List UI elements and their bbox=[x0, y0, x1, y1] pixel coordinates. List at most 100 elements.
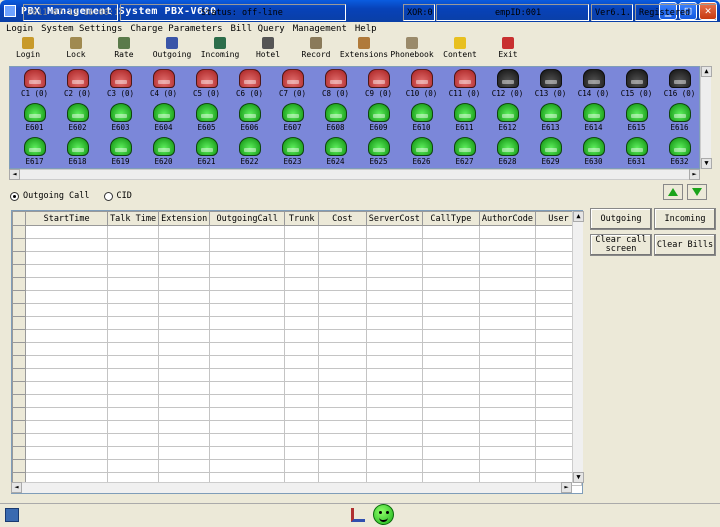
trunk-line[interactable]: C6 (0) bbox=[228, 69, 271, 103]
table-cell[interactable] bbox=[284, 355, 319, 369]
table-cell[interactable] bbox=[25, 316, 109, 330]
table-cell[interactable] bbox=[284, 420, 319, 434]
table-cell[interactable] bbox=[25, 394, 109, 408]
table-cell[interactable] bbox=[478, 238, 537, 252]
table-cell[interactable] bbox=[25, 381, 109, 395]
table-row[interactable] bbox=[12, 381, 582, 395]
table-cell[interactable] bbox=[284, 277, 319, 291]
table-row[interactable] bbox=[12, 446, 582, 460]
table-row[interactable] bbox=[12, 407, 582, 421]
table-row[interactable] bbox=[12, 277, 582, 291]
table-cell[interactable] bbox=[158, 394, 211, 408]
table-cell[interactable] bbox=[107, 290, 160, 304]
column-header[interactable]: StartTime bbox=[25, 211, 109, 226]
table-cell[interactable] bbox=[421, 355, 480, 369]
table-cell[interactable] bbox=[318, 446, 367, 460]
table-row[interactable] bbox=[12, 303, 582, 317]
extension-phone[interactable]: E619 bbox=[99, 137, 142, 168]
extension-phone[interactable]: E609 bbox=[357, 103, 400, 137]
table-cell[interactable] bbox=[318, 290, 367, 304]
table-cell[interactable] bbox=[284, 342, 319, 356]
table-cell[interactable] bbox=[365, 355, 423, 369]
scroll-down-icon[interactable]: ▼ bbox=[573, 472, 584, 483]
table-cell[interactable] bbox=[209, 355, 286, 369]
table-cell[interactable] bbox=[209, 459, 286, 473]
radio-outgoing-call[interactable]: Outgoing Call bbox=[10, 191, 90, 201]
table-cell[interactable] bbox=[421, 225, 480, 239]
table-cell[interactable] bbox=[318, 303, 367, 317]
table-cell[interactable] bbox=[365, 290, 423, 304]
extension-phone[interactable]: E610 bbox=[400, 103, 443, 137]
table-cell[interactable] bbox=[421, 446, 480, 460]
toolbar-lock-button[interactable]: Lock bbox=[52, 37, 100, 64]
extension-phone[interactable]: E605 bbox=[185, 103, 228, 137]
table-cell[interactable] bbox=[284, 433, 319, 447]
table-cell[interactable] bbox=[209, 264, 286, 278]
table-cell[interactable] bbox=[365, 342, 423, 356]
table-cell[interactable] bbox=[421, 407, 480, 421]
menu-charge-parameters[interactable]: Charge Parameters bbox=[130, 24, 222, 34]
table-cell[interactable] bbox=[421, 342, 480, 356]
table-cell[interactable] bbox=[209, 251, 286, 265]
move-down-button[interactable] bbox=[687, 184, 707, 200]
table-cell[interactable] bbox=[318, 368, 367, 382]
column-header[interactable]: Talk Time bbox=[107, 211, 160, 226]
table-cell[interactable] bbox=[158, 329, 211, 343]
table-cell[interactable] bbox=[158, 368, 211, 382]
trunk-line[interactable]: C12 (0) bbox=[486, 69, 529, 103]
table-cell[interactable] bbox=[158, 316, 211, 330]
table-cell[interactable] bbox=[421, 420, 480, 434]
trunk-line[interactable]: C10 (0) bbox=[400, 69, 443, 103]
table-cell[interactable] bbox=[284, 303, 319, 317]
table-cell[interactable] bbox=[365, 368, 423, 382]
table-cell[interactable] bbox=[365, 407, 423, 421]
scroll-down-icon[interactable]: ▼ bbox=[701, 158, 712, 169]
table-cell[interactable] bbox=[421, 264, 480, 278]
extension-phone[interactable]: E625 bbox=[357, 137, 400, 168]
row-header[interactable] bbox=[12, 264, 27, 278]
table-cell[interactable] bbox=[25, 290, 109, 304]
toolbar-rate-button[interactable]: Rate bbox=[100, 37, 148, 64]
table-cell[interactable] bbox=[365, 303, 423, 317]
table-cell[interactable] bbox=[365, 238, 423, 252]
table-cell[interactable] bbox=[107, 342, 160, 356]
radio-cid[interactable]: CID bbox=[103, 191, 132, 201]
table-cell[interactable] bbox=[421, 433, 480, 447]
row-header[interactable] bbox=[12, 225, 27, 239]
table-cell[interactable] bbox=[107, 368, 160, 382]
trunk-line[interactable]: C7 (0) bbox=[271, 69, 314, 103]
table-cell[interactable] bbox=[478, 433, 537, 447]
table-cell[interactable] bbox=[25, 368, 109, 382]
extension-phone[interactable]: E618 bbox=[56, 137, 99, 168]
table-cell[interactable] bbox=[107, 355, 160, 369]
row-header[interactable] bbox=[12, 368, 27, 382]
table-cell[interactable] bbox=[421, 381, 480, 395]
table-cell[interactable] bbox=[158, 290, 211, 304]
table-cell[interactable] bbox=[107, 381, 160, 395]
table-cell[interactable] bbox=[365, 264, 423, 278]
extension-phone[interactable]: E630 bbox=[572, 137, 615, 168]
table-cell[interactable] bbox=[365, 225, 423, 239]
table-cell[interactable] bbox=[158, 303, 211, 317]
trunk-line[interactable]: C15 (0) bbox=[615, 69, 658, 103]
table-row[interactable] bbox=[12, 459, 582, 473]
table-cell[interactable] bbox=[478, 225, 537, 239]
table-cell[interactable] bbox=[158, 420, 211, 434]
table-cell[interactable] bbox=[478, 381, 537, 395]
table-cell[interactable] bbox=[478, 459, 537, 473]
row-header[interactable] bbox=[12, 342, 27, 356]
table-cell[interactable] bbox=[107, 264, 160, 278]
table-cell[interactable] bbox=[478, 394, 537, 408]
row-header[interactable] bbox=[12, 433, 27, 447]
table-cell[interactable] bbox=[25, 420, 109, 434]
clear-bills-button[interactable]: Clear Bills bbox=[654, 234, 716, 256]
phone-panel-horizontal-scrollbar[interactable]: ◄ ► bbox=[9, 169, 700, 180]
table-cell[interactable] bbox=[107, 277, 160, 291]
table-cell[interactable] bbox=[158, 433, 211, 447]
toolbar-incoming-button[interactable]: Incoming bbox=[196, 37, 244, 64]
row-header[interactable] bbox=[12, 277, 27, 291]
table-cell[interactable] bbox=[209, 420, 286, 434]
table-cell[interactable] bbox=[421, 368, 480, 382]
table-cell[interactable] bbox=[365, 459, 423, 473]
column-header[interactable]: OutgoingCall bbox=[209, 211, 286, 226]
